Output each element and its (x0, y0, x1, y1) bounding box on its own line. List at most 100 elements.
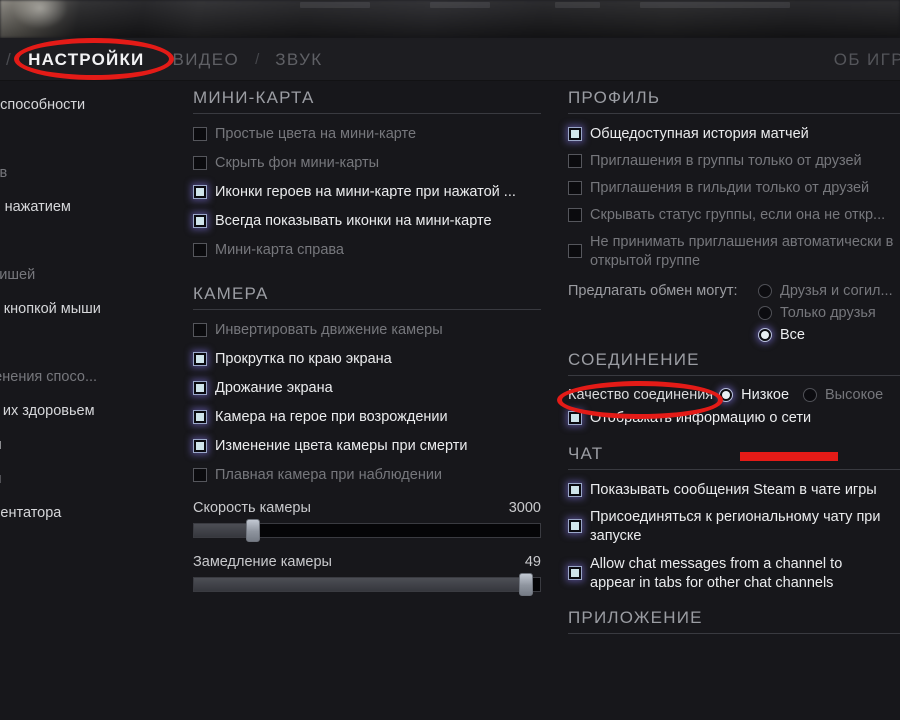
tab-settings[interactable]: НАСТРОЙКИ (14, 38, 158, 81)
header-artwork-ghost-labels (0, 0, 900, 38)
list-item-label: авишами (0, 471, 2, 487)
checkbox-icon[interactable] (193, 381, 207, 395)
connection-quality-label: Качество соединения (568, 387, 714, 403)
connection-quality-row: Качество соединения Низкое Высокое (568, 387, 900, 403)
list-item[interactable]: двойным нажатием (0, 190, 190, 224)
checkbox-label: Отображать информацию о сети (590, 410, 812, 426)
slider-label: Скорость камеры (193, 500, 311, 516)
list-item[interactable]: е числом (0, 428, 190, 462)
list-item[interactable]: оты (0, 530, 190, 564)
checkbox-icon[interactable] (568, 566, 582, 580)
tab-video[interactable]: ВИДЕО (158, 38, 253, 81)
slider-handle[interactable] (245, 519, 260, 542)
tab-partial-left[interactable]: / (0, 38, 14, 81)
slider-handle[interactable] (519, 573, 534, 596)
tab-bar: / НАСТРОЙКИ ВИДЕО / ЗВУК ОБ ИГР (0, 38, 900, 81)
radio-label: Все (780, 327, 805, 343)
list-item-label: двойным нажатием (0, 199, 71, 215)
list-item[interactable]: авишами (0, 462, 190, 496)
list-item-label: а правой кнопкой мыши (0, 301, 101, 317)
right-column: ПРОФИЛЬ Общедоступная история матчей При… (568, 88, 900, 645)
annotation-underline-low-quality (740, 452, 838, 461)
slider-track[interactable] (193, 519, 541, 542)
radio-icon[interactable] (758, 328, 772, 342)
checkbox-icon[interactable] (568, 244, 582, 258)
checkbox-row-minimap-hide-background[interactable]: Скрыть фон мини-карты (193, 154, 541, 172)
checkbox-row-no-auto-invites-open-group[interactable]: Не принимать приглашения автоматически в… (568, 233, 900, 271)
checkbox-label: Приглашения в гильдии только от друзей (590, 180, 870, 196)
checkbox-icon[interactable] (568, 519, 582, 533)
list-item[interactable]: ненения способности (0, 88, 190, 122)
checkbox-row-group-invites-friends-only[interactable]: Приглашения в группы только от друзей (568, 152, 900, 170)
checkbox-label: Приглашения в группы только от друзей (590, 153, 862, 169)
section-rule (193, 309, 541, 310)
checkbox-row-camera-color-change-on-death[interactable]: Изменение цвета камеры при смерти (193, 437, 541, 455)
checkbox-icon[interactable] (568, 208, 582, 222)
slider-camera-speed[interactable]: Скорость камеры 3000 (193, 500, 541, 542)
checkbox-icon[interactable] (568, 411, 582, 425)
tab-sound[interactable]: ЗВУК (261, 38, 336, 81)
list-item[interactable]: ишей Alt (0, 326, 190, 360)
checkbox-icon[interactable] (193, 156, 207, 170)
list-item[interactable]: ие применения спосо... (0, 360, 190, 394)
left-rows: ненения способности ов х существ двойным… (0, 88, 190, 564)
slider-camera-slowdown[interactable]: Замедление камеры 49 (193, 554, 541, 596)
radio-icon[interactable] (758, 306, 772, 320)
checkbox-row-minimap-on-right[interactable]: Мини-карта справа (193, 241, 541, 259)
section-title-chat: ЧАТ (568, 444, 604, 463)
radio-icon-low-quality[interactable] (719, 388, 734, 402)
checkbox-row-camera-edge-scroll[interactable]: Прокрутка по краю экрана (193, 350, 541, 368)
list-item[interactable]: ику комментатора (0, 496, 190, 530)
checkbox-icon[interactable] (568, 127, 582, 141)
radio-label: Только друзья (780, 305, 876, 321)
checkbox-icon[interactable] (193, 243, 207, 257)
checkbox-label: Инвертировать движение камеры (215, 322, 443, 338)
settings-screen: / НАСТРОЙКИ ВИДЕО / ЗВУК ОБ ИГР ненения … (0, 0, 900, 720)
checkbox-icon[interactable] (568, 181, 582, 195)
checkbox-icon[interactable] (193, 127, 207, 141)
checkbox-row-camera-on-hero-respawn[interactable]: Камера на герое при возрождении (193, 408, 541, 426)
checkbox-icon[interactable] (193, 214, 207, 228)
section-title-camera: КАМЕРА (193, 284, 269, 303)
checkbox-icon[interactable] (193, 468, 207, 482)
slider-value: 3000 (508, 500, 541, 516)
list-item[interactable]: ов (0, 122, 190, 156)
checkbox-row-public-match-history[interactable]: Общедоступная история матчей (568, 125, 900, 143)
checkbox-row-allow-cross-channel-messages[interactable]: Allow chat messages from a channel to ap… (568, 555, 900, 593)
radio-row-everyone[interactable]: Все (758, 324, 893, 346)
slider-label: Замедление камеры (193, 554, 332, 570)
checkbox-label: Присоединяться к региональному чату при … (590, 509, 881, 544)
checkbox-row-camera-smooth-spectate[interactable]: Плавная камера при наблюдении (193, 466, 541, 484)
trade-offers-label: Предлагать обмен могут: (568, 283, 738, 299)
checkbox-row-join-regional-chat[interactable]: Присоединяться к региональному чату при … (568, 508, 900, 546)
radio-icon[interactable] (758, 284, 772, 298)
checkbox-label: Не принимать приглашения автоматически в… (590, 234, 894, 269)
checkbox-row-guild-invites-friends-only[interactable]: Приглашения в гильдии только от друзей (568, 179, 900, 197)
list-item[interactable]: а правой кнопкой мыши (0, 292, 190, 326)
checkbox-row-show-steam-messages[interactable]: Показывать сообщения Steam в чате игры (568, 481, 900, 499)
checkbox-row-show-network-info[interactable]: Отображать информацию о сети (568, 409, 900, 427)
list-item[interactable]: х существ (0, 156, 190, 190)
radio-row-friends-and-guild[interactable]: Друзья и согил... (758, 280, 893, 302)
checkbox-icon[interactable] (568, 483, 582, 497)
checkbox-icon[interactable] (193, 323, 207, 337)
radio-icon-high-quality[interactable] (803, 388, 818, 402)
radio-row-friends-only[interactable]: Только друзья (758, 302, 893, 324)
checkbox-label: Простые цвета на мини-карте (215, 126, 417, 142)
checkbox-icon[interactable] (193, 439, 207, 453)
checkbox-icon[interactable] (193, 185, 207, 199)
tab-about-game[interactable]: ОБ ИГР (834, 38, 900, 81)
checkbox-row-hide-group-status[interactable]: Скрывать статус группы, если она не откр… (568, 206, 900, 224)
list-item[interactable]: оков над их здоровьем (0, 394, 190, 428)
checkbox-row-minimap-always-show-icons[interactable]: Всегда показывать иконки на мини-карте (193, 212, 541, 230)
slider-track[interactable] (193, 573, 541, 596)
checkbox-row-camera-invert[interactable]: Инвертировать движение камеры (193, 321, 541, 339)
checkbox-icon[interactable] (568, 154, 582, 168)
list-item[interactable]: ции клавишей (0, 258, 190, 292)
checkbox-icon[interactable] (193, 352, 207, 366)
checkbox-row-camera-screen-shake[interactable]: Дрожание экрана (193, 379, 541, 397)
checkbox-row-minimap-simple-colors[interactable]: Простые цвета на мини-карте (193, 125, 541, 143)
slider-header: Скорость камеры 3000 (193, 500, 541, 516)
checkbox-row-minimap-hero-icons-on-hold[interactable]: Иконки героев на мини-карте при нажатой … (193, 183, 541, 201)
checkbox-icon[interactable] (193, 410, 207, 424)
